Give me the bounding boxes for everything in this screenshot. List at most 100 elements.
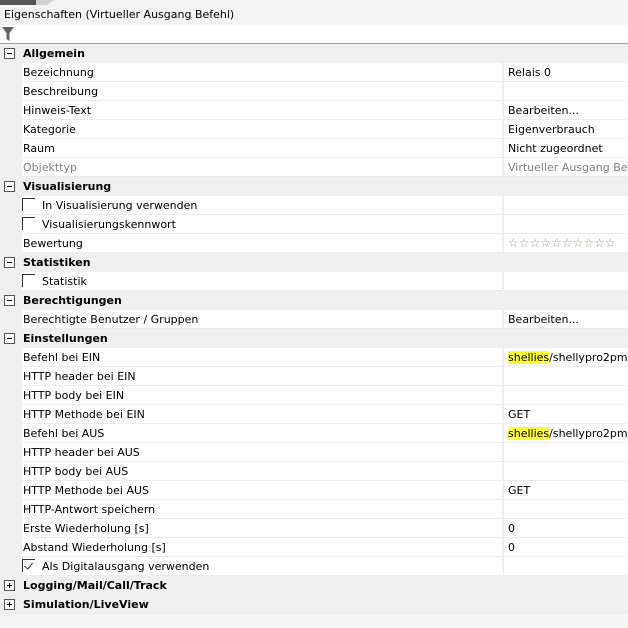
collapse-icon[interactable] bbox=[4, 333, 15, 344]
property-value[interactable] bbox=[503, 82, 628, 101]
star-icon[interactable]: ☆ bbox=[540, 236, 551, 250]
property-value[interactable] bbox=[503, 272, 628, 291]
property-row[interactable]: HTTP header bei EIN bbox=[0, 367, 628, 386]
star-icon[interactable]: ☆ bbox=[562, 236, 573, 250]
property-row[interactable]: Beschreibung bbox=[0, 82, 628, 101]
star-icon[interactable]: ☆ bbox=[530, 236, 541, 250]
property-name[interactable]: Visualisierungskennwort bbox=[22, 215, 502, 234]
property-row[interactable]: Objekttyp Virtueller Ausgang Befehl bbox=[0, 158, 628, 177]
property-row[interactable]: HTTP header bei AUS bbox=[0, 443, 628, 462]
checkbox[interactable] bbox=[22, 274, 35, 287]
property-row[interactable]: Erste Wiederholung [s] 0 bbox=[0, 519, 628, 538]
star-icon[interactable]: ☆ bbox=[594, 236, 605, 250]
property-value[interactable] bbox=[503, 500, 628, 519]
property-name[interactable]: Objekttyp bbox=[22, 158, 502, 177]
property-row[interactable]: HTTP-Antwort speichern bbox=[0, 500, 628, 519]
star-icon[interactable]: ☆ bbox=[551, 236, 562, 250]
property-row[interactable]: Visualisierungskennwort bbox=[0, 215, 628, 234]
star-icon[interactable]: ☆ bbox=[519, 236, 530, 250]
property-value[interactable] bbox=[503, 443, 628, 462]
group-header[interactable]: Einstellungen bbox=[0, 329, 628, 348]
group-header[interactable]: Allgemein bbox=[0, 44, 628, 63]
property-name[interactable]: Abstand Wiederholung [s] bbox=[22, 538, 502, 557]
property-value[interactable]: Virtueller Ausgang Befehl bbox=[503, 158, 628, 177]
collapse-icon[interactable] bbox=[4, 48, 15, 59]
group-header[interactable]: Visualisierung bbox=[0, 177, 628, 196]
property-row[interactable]: HTTP Methode bei EIN GET bbox=[0, 405, 628, 424]
property-name[interactable]: Beschreibung bbox=[22, 82, 502, 101]
property-row[interactable]: Statistik bbox=[0, 272, 628, 291]
property-value[interactable] bbox=[503, 557, 628, 576]
group-header[interactable]: Logging/Mail/Call/Track bbox=[0, 576, 628, 595]
expand-icon[interactable] bbox=[4, 580, 15, 591]
property-name[interactable]: HTTP body bei EIN bbox=[22, 386, 502, 405]
property-value[interactable]: GET bbox=[503, 481, 628, 500]
group-header[interactable]: Statistiken bbox=[0, 253, 628, 272]
property-value[interactable]: shellies/shellypro2pm- bbox=[503, 424, 628, 443]
property-name[interactable]: In Visualisierung verwenden bbox=[22, 196, 502, 215]
property-value[interactable]: Bearbeiten... bbox=[503, 101, 628, 120]
property-row[interactable]: In Visualisierung verwenden bbox=[0, 196, 628, 215]
property-name[interactable]: HTTP body bei AUS bbox=[22, 462, 502, 481]
checkbox[interactable] bbox=[22, 217, 35, 230]
star-icon[interactable]: ☆ bbox=[583, 236, 594, 250]
property-name[interactable]: HTTP Methode bei AUS bbox=[22, 481, 502, 500]
star-icon[interactable]: ☆ bbox=[573, 236, 584, 250]
collapse-icon[interactable] bbox=[4, 257, 15, 268]
property-name[interactable]: Bezeichnung bbox=[22, 63, 502, 82]
property-row[interactable]: Bezeichnung Relais 0 bbox=[0, 63, 628, 82]
property-name[interactable]: Raum bbox=[22, 139, 502, 158]
property-value[interactable]: 0 bbox=[503, 519, 628, 538]
property-name[interactable]: Erste Wiederholung [s] bbox=[22, 519, 502, 538]
star-icon[interactable]: ☆ bbox=[605, 236, 616, 250]
property-value[interactable]: shellies/shellypro2pm- bbox=[503, 348, 628, 367]
group-header[interactable]: Simulation/LiveView bbox=[0, 595, 628, 614]
property-value[interactable]: Eigenverbrauch bbox=[503, 120, 628, 139]
rating-stars[interactable]: ☆☆☆☆☆☆☆☆☆☆ bbox=[508, 236, 616, 250]
property-name[interactable]: Befehl bei AUS bbox=[22, 424, 502, 443]
property-row[interactable]: Berechtigte Benutzer / Gruppen Bearbeiten… bbox=[0, 310, 628, 329]
property-name[interactable]: Hinweis-Text bbox=[22, 101, 502, 120]
property-value[interactable]: Nicht zugeordnet bbox=[503, 139, 628, 158]
property-name[interactable]: Kategorie bbox=[22, 120, 502, 139]
property-name[interactable]: HTTP-Antwort speichern bbox=[22, 500, 502, 519]
property-row[interactable]: Abstand Wiederholung [s] 0 bbox=[0, 538, 628, 557]
group-header[interactable]: Berechtigungen bbox=[0, 291, 628, 310]
filter-icon[interactable] bbox=[2, 27, 14, 41]
property-row[interactable]: Hinweis-Text Bearbeiten... bbox=[0, 101, 628, 120]
property-row[interactable]: Befehl bei AUS shellies/shellypro2pm- bbox=[0, 424, 628, 443]
property-value[interactable] bbox=[503, 386, 628, 405]
property-value[interactable]: Bearbeiten... bbox=[503, 310, 628, 329]
property-value[interactable] bbox=[503, 196, 628, 215]
property-row[interactable]: HTTP body bei AUS bbox=[0, 462, 628, 481]
checkbox[interactable] bbox=[22, 559, 35, 572]
filter-bar[interactable] bbox=[0, 25, 628, 44]
property-value[interactable]: 0 bbox=[503, 538, 628, 557]
property-value[interactable]: ☆☆☆☆☆☆☆☆☆☆ bbox=[503, 234, 628, 253]
property-row[interactable]: HTTP Methode bei AUS GET bbox=[0, 481, 628, 500]
property-row[interactable]: Als Digitalausgang verwenden bbox=[0, 557, 628, 576]
property-name[interactable]: HTTP Methode bei EIN bbox=[22, 405, 502, 424]
property-name[interactable]: HTTP header bei AUS bbox=[22, 443, 502, 462]
property-row[interactable]: Bewertung ☆☆☆☆☆☆☆☆☆☆ bbox=[0, 234, 628, 253]
star-icon[interactable]: ☆ bbox=[508, 236, 519, 250]
property-value[interactable]: GET bbox=[503, 405, 628, 424]
property-value[interactable] bbox=[503, 462, 628, 481]
property-row[interactable]: HTTP body bei EIN bbox=[0, 386, 628, 405]
property-name[interactable]: Berechtigte Benutzer / Gruppen bbox=[22, 310, 502, 329]
property-row[interactable]: Kategorie Eigenverbrauch bbox=[0, 120, 628, 139]
property-value[interactable] bbox=[503, 367, 628, 386]
expand-icon[interactable] bbox=[4, 599, 15, 610]
property-name[interactable]: Befehl bei EIN bbox=[22, 348, 502, 367]
property-row[interactable]: Befehl bei EIN shellies/shellypro2pm- bbox=[0, 348, 628, 367]
collapse-icon[interactable] bbox=[4, 181, 15, 192]
collapse-icon[interactable] bbox=[4, 295, 15, 306]
checkbox[interactable] bbox=[22, 198, 35, 211]
property-name[interactable]: Statistik bbox=[22, 272, 502, 291]
property-value[interactable] bbox=[503, 215, 628, 234]
property-name[interactable]: Bewertung bbox=[22, 234, 502, 253]
property-value[interactable]: Relais 0 bbox=[503, 63, 628, 82]
property-row[interactable]: Raum Nicht zugeordnet bbox=[0, 139, 628, 158]
property-name[interactable]: HTTP header bei EIN bbox=[22, 367, 502, 386]
property-name[interactable]: Als Digitalausgang verwenden bbox=[22, 557, 502, 576]
